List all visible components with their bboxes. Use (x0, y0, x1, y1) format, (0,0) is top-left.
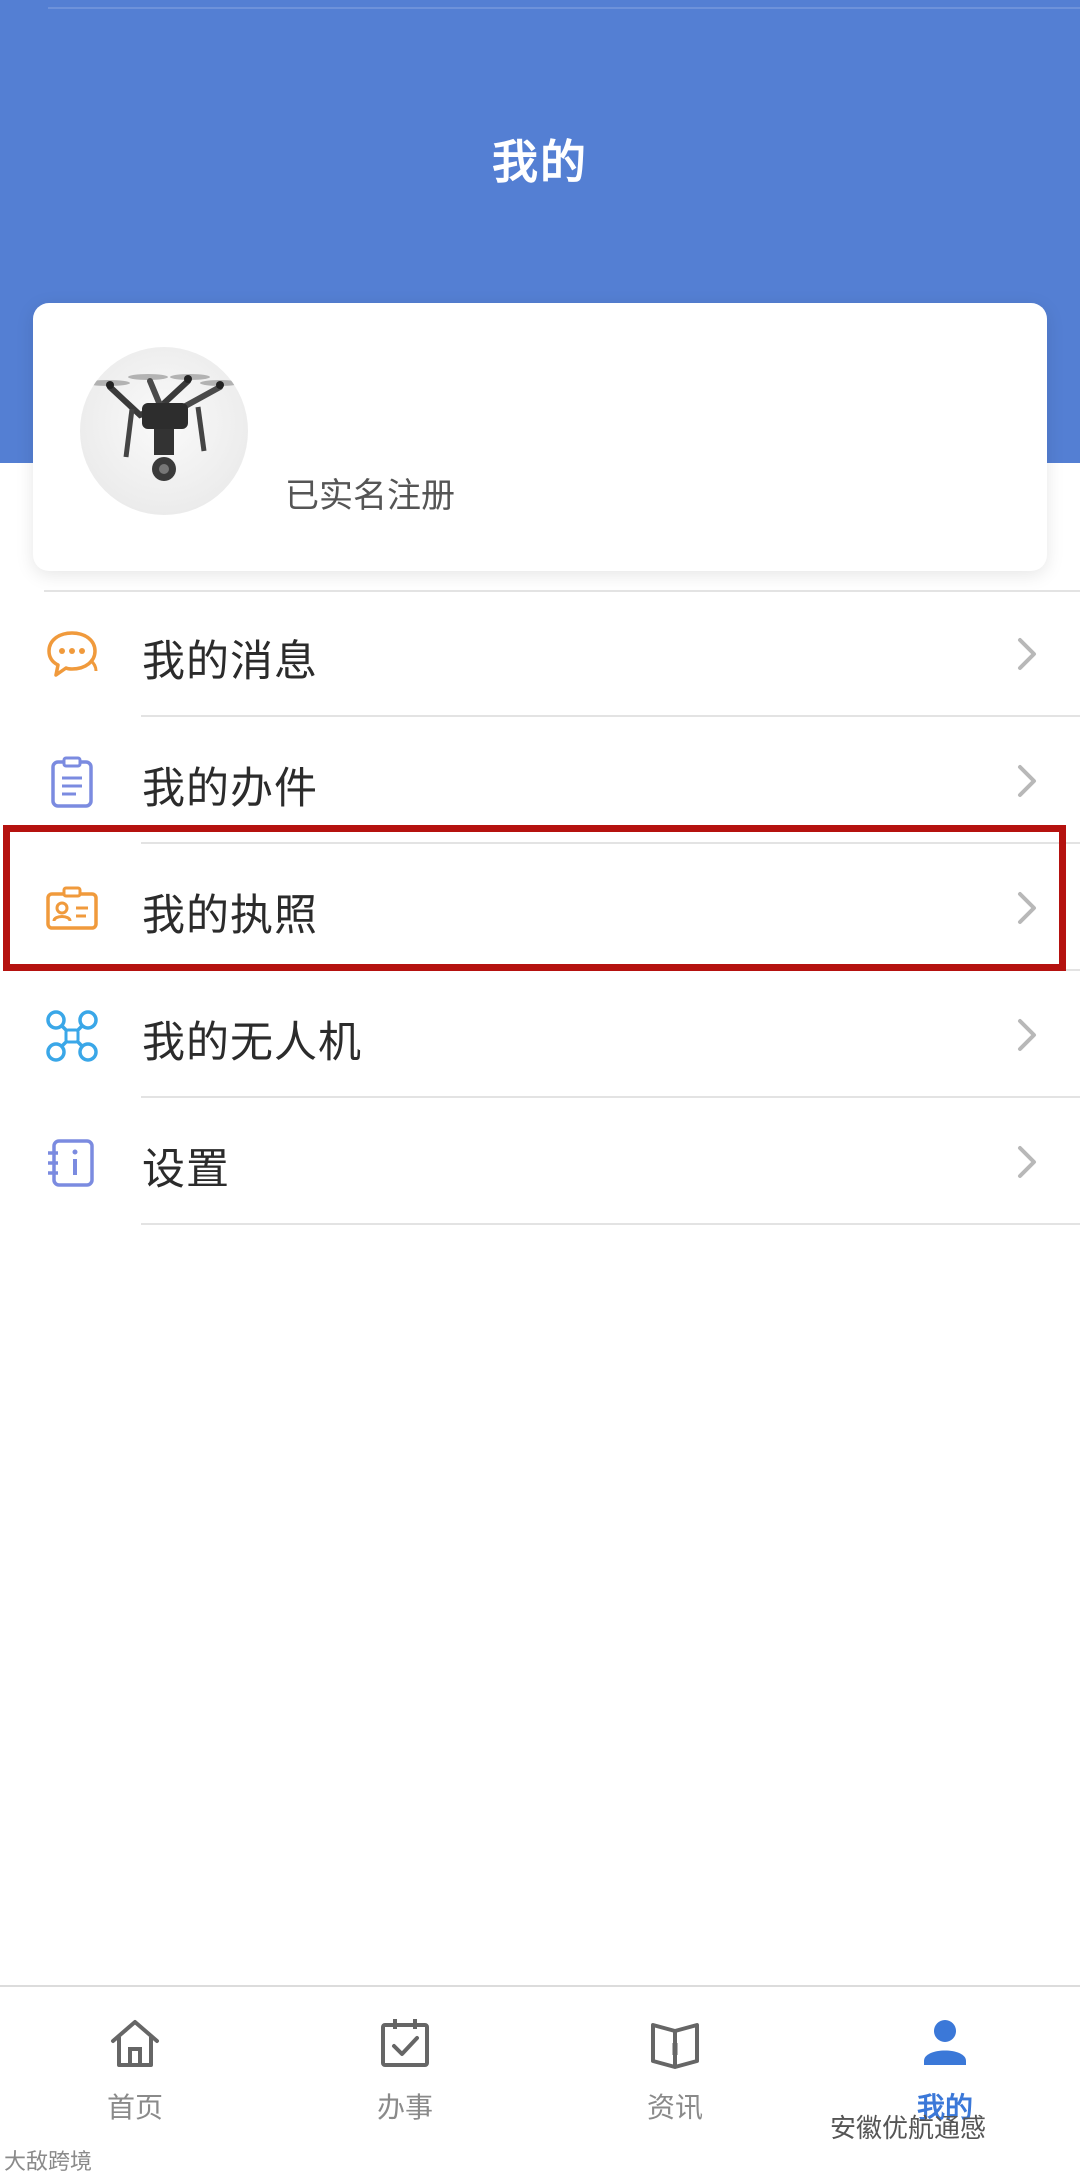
avatar[interactable] (80, 347, 248, 515)
menu-item-label: 设置 (142, 1145, 230, 1195)
tab-label: 首页 (106, 2091, 163, 2124)
chevron-right-icon (1014, 634, 1040, 674)
settings-info-icon (44, 1135, 100, 1191)
header-divider (48, 7, 1080, 9)
drone-icon (44, 1008, 100, 1064)
menu-item-label: 我的办件 (142, 764, 318, 814)
chevron-right-icon (1014, 1015, 1040, 1055)
tab-mine[interactable]: 我的 (810, 1987, 1080, 2179)
tab-services[interactable]: 办事 (270, 1987, 540, 2179)
chat-bubble-icon (44, 627, 100, 683)
menu-item-label: 我的无人机 (142, 1018, 362, 1068)
chevron-right-icon (1014, 1142, 1040, 1182)
watermark-wechat-account: 安徽优航通感 (830, 2114, 987, 2144)
watermark-source: 大敌跨境 (4, 2150, 93, 2175)
profile-card[interactable]: 已实名注册 (33, 303, 1047, 571)
menu-item-messages[interactable]: 我的消息 (0, 590, 1080, 717)
verification-status: 已实名注册 (285, 476, 455, 516)
menu-divider (141, 1223, 1080, 1225)
user-icon (917, 2015, 973, 2071)
highlight-annotation-box (3, 825, 1066, 971)
menu-item-settings[interactable]: 设置 (0, 1098, 1080, 1225)
tab-label: 办事 (376, 2091, 433, 2124)
drone-avatar-image (86, 374, 240, 481)
menu-item-drones[interactable]: 我的无人机 (0, 971, 1080, 1098)
menu-item-label: 我的消息 (142, 637, 318, 687)
tab-news[interactable]: 资讯 (540, 1987, 810, 2179)
bottom-tab-bar: 首页 办事 资讯 我的 (0, 1985, 1080, 2179)
calendar-check-icon (377, 2015, 433, 2071)
home-icon (107, 2015, 163, 2071)
book-icon (647, 2015, 703, 2071)
chevron-right-icon (1014, 761, 1040, 801)
page-title: 我的 (492, 135, 588, 189)
clipboard-icon (44, 754, 100, 810)
tab-label: 资讯 (646, 2091, 703, 2124)
